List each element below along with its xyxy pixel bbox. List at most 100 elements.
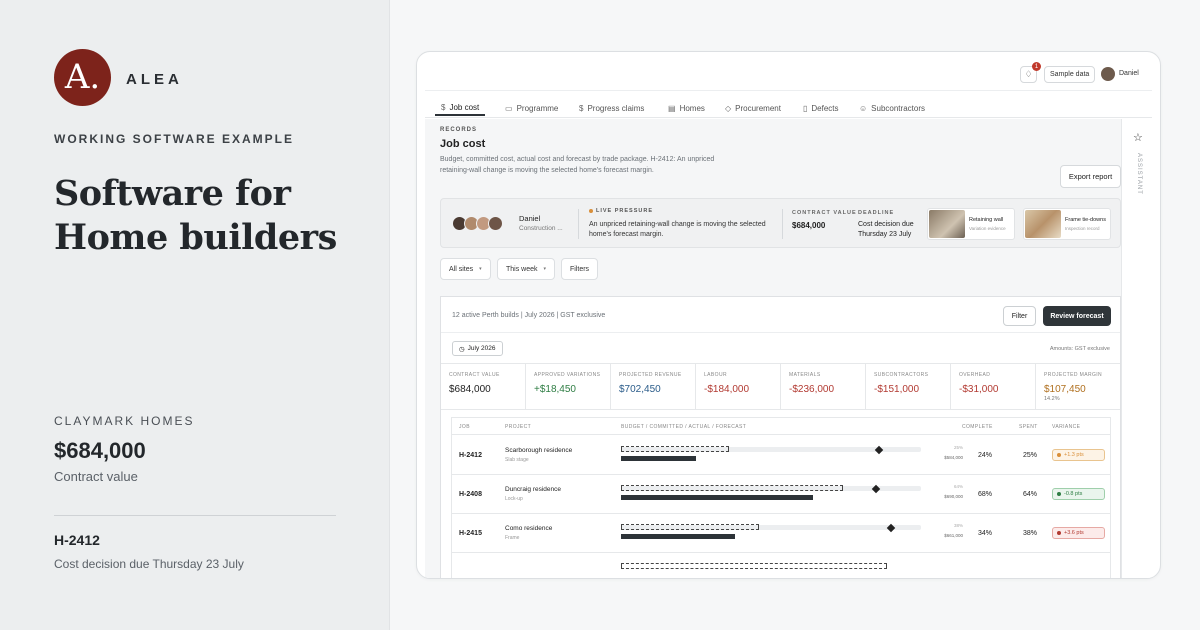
panel-header: 12 active Perth builds | July 2026 | GST… <box>441 297 1120 333</box>
user-name[interactable]: Daniel <box>1119 70 1139 77</box>
job-table: JOB PROJECT BUDGET / COMMITTED / ACTUAL … <box>451 417 1111 578</box>
spent-cell: 38% <box>1023 530 1038 537</box>
eyebrow: WORKING SOFTWARE EXAMPLE <box>54 132 294 146</box>
variance-text: -0.8 pts <box>1064 491 1083 497</box>
spent-cell: 64% <box>1023 491 1038 498</box>
complete-cell: 68% <box>978 491 993 498</box>
review-forecast-button[interactable]: Review forecast <box>1043 306 1111 326</box>
tab-label: Defects <box>811 103 839 113</box>
sample-data-button[interactable]: Sample data <box>1044 66 1096 83</box>
contract-amount-label: Contract value <box>54 469 138 484</box>
status-dot-icon <box>589 209 593 213</box>
project-name[interactable]: Duncraig residence <box>505 486 561 493</box>
kpi-card: PROJECTED REVENUE $702,450 <box>611 364 696 409</box>
table-row[interactable]: H-2415 Como residence Frame 38% $661,000 34% 3… <box>452 514 1110 553</box>
actual-bar <box>621 534 735 539</box>
committed-bar <box>621 524 759 530</box>
contract-value: $684,000 <box>792 221 826 230</box>
status-dot-icon <box>1057 531 1061 535</box>
job-id-cell[interactable]: H-2408 <box>459 491 482 498</box>
col-variance[interactable]: VARIANCE <box>1052 424 1080 430</box>
tab-procurement[interactable]: ◇ Procurement <box>725 100 781 116</box>
job-id-cell[interactable]: H-2412 <box>459 452 482 459</box>
thumb-title: Retaining wall <box>969 217 1004 223</box>
star-icon[interactable]: ☆ <box>1133 131 1143 144</box>
box-icon: ◇ <box>725 103 732 113</box>
date-label: July 2026 <box>467 345 496 352</box>
tab-defects[interactable]: ▯ Defects <box>803 100 839 116</box>
project-stage: Frame <box>505 535 520 541</box>
filter-label: This week <box>506 265 538 273</box>
kpi-label: APPROVED VARIATIONS <box>534 372 601 378</box>
date-picker[interactable]: ◷ July 2026 <box>452 341 503 356</box>
tab-label: Procurement <box>735 103 781 113</box>
divider <box>54 515 336 516</box>
kpi-value: -$31,000 <box>959 384 999 395</box>
kpi-value: $684,000 <box>449 384 491 395</box>
job-cost-panel: 12 active Perth builds | July 2026 | GST… <box>440 296 1121 578</box>
table-row[interactable]: H-2412 Scarborough residence Slab stage 25%… <box>452 436 1110 475</box>
bar-percent: 64% <box>953 484 963 489</box>
table-header: JOB PROJECT BUDGET / COMMITTED / ACTUAL … <box>452 418 1110 435</box>
col-spent[interactable]: SPENT <box>1019 424 1038 430</box>
evidence-thumb[interactable]: Retaining wall Variation evidence <box>927 208 1015 240</box>
job-id-cell[interactable]: H-2415 <box>459 530 482 537</box>
kpi-label: OVERHEAD <box>959 372 991 378</box>
photo-thumbnail <box>929 210 965 238</box>
kpi-card: LABOUR -$184,000 <box>696 364 781 409</box>
user-avatar[interactable] <box>1101 67 1115 81</box>
kpi-card: APPROVED VARIATIONS +$18,450 <box>526 364 611 409</box>
status-dot-icon <box>1057 453 1061 457</box>
kpi-value: $702,450 <box>619 384 661 395</box>
project-name[interactable]: Scarborough residence <box>505 447 572 454</box>
section-eyebrow: RECORDS <box>440 127 478 133</box>
tab-label: Job cost <box>449 102 480 112</box>
filter-button[interactable]: Filter <box>1003 306 1036 326</box>
tab-subcontractors[interactable]: ☺ Subcontractors <box>859 100 925 116</box>
tab-progress-claims[interactable]: $ Progress claims <box>579 100 644 116</box>
kpi-label: PROJECTED REVENUE <box>619 372 682 378</box>
thumb-title: Frame tie-downs <box>1065 217 1106 223</box>
filter-this-week[interactable]: This week ▾ <box>497 258 556 280</box>
page-title: Job cost <box>440 138 486 150</box>
contact-role: Construction ... <box>519 225 563 232</box>
col-complete[interactable]: COMPLETE <box>962 424 993 430</box>
variance-text: +1.3 pts <box>1064 452 1084 458</box>
contract-amount: $684,000 <box>54 438 146 463</box>
kpi-card: SUBCONTRACTORS -$151,000 <box>866 364 951 409</box>
filter-label: Filters <box>570 265 590 273</box>
amounts-note: Amounts: GST exclusive <box>1049 346 1110 352</box>
col-project[interactable]: PROJECT <box>505 424 531 430</box>
table-row[interactable]: H-2408 Duncraig residence Lock-up 64% $690,0… <box>452 475 1110 514</box>
kpi-card: PROJECTED MARGIN $107,450 14.2% <box>1036 364 1120 409</box>
kpi-sub: 14.2% <box>1044 396 1060 402</box>
tab-label: Subcontractors <box>871 103 925 113</box>
kpi-strip: CONTRACT VALUE $684,000 APPROVED VARIATION… <box>441 363 1120 410</box>
kpi-label: PROJECTED MARGIN <box>1044 372 1103 378</box>
job-note: Cost decision due Thursday 23 July <box>54 557 244 571</box>
filters-button[interactable]: Filters <box>561 258 599 280</box>
tab-job-cost[interactable]: $ Job cost <box>435 100 486 116</box>
evidence-thumb[interactable]: Frame tie-downs Inspection record <box>1023 208 1111 240</box>
spent-cell: 25% <box>1023 452 1038 459</box>
main-content: RECORDS Job cost Budget, committed cost,… <box>425 119 1121 578</box>
project-stage: Lock-up <box>505 496 523 502</box>
project-name[interactable]: Como residence <box>505 525 552 532</box>
export-report-button[interactable]: Export report <box>1060 165 1121 188</box>
bar-percent: 38% <box>953 523 963 528</box>
project-stage: Slab stage <box>505 457 529 463</box>
dollar-icon: $ <box>579 103 584 113</box>
assistant-label[interactable]: ASSISTANT <box>1136 153 1142 195</box>
table-row[interactable] <box>452 553 1110 578</box>
people-icon: ☺ <box>859 103 868 113</box>
col-job[interactable]: JOB <box>459 424 470 430</box>
tab-homes[interactable]: ▤ Homes <box>668 100 705 116</box>
filter-all-sites[interactable]: All sites ▾ <box>440 258 491 280</box>
bar-amount: $584,000 <box>944 455 963 460</box>
complete-cell: 34% <box>978 530 993 537</box>
tab-programme[interactable]: ▭ Programme <box>505 100 558 116</box>
tab-label: Programme <box>516 103 559 113</box>
deadline-value: Cost decision due Thursday 23 July <box>858 221 914 238</box>
kpi-value: +$18,450 <box>534 384 576 395</box>
live-label-text: LIVE PRESSURE <box>596 208 654 214</box>
